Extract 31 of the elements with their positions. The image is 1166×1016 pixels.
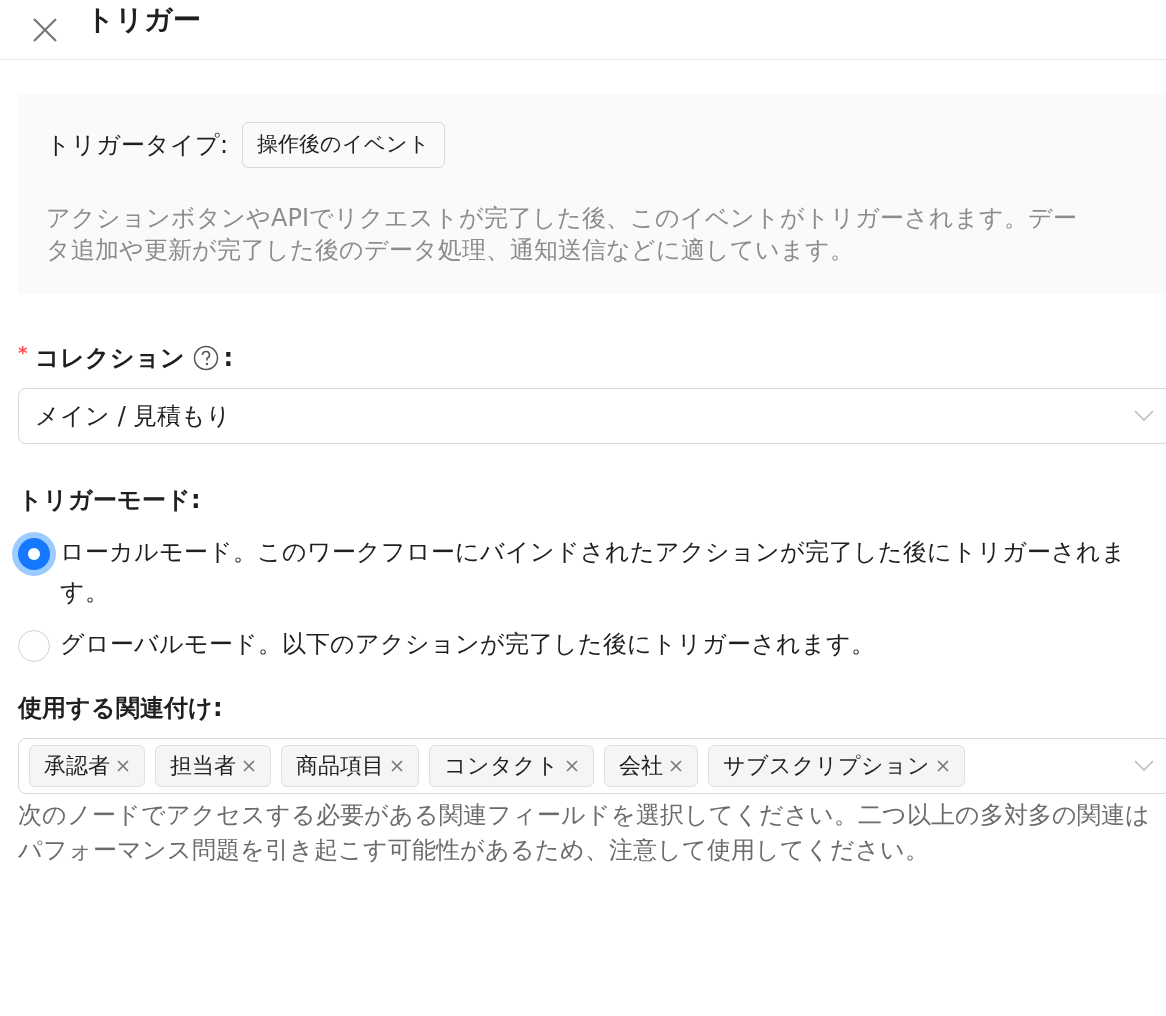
collection-colon: : bbox=[223, 342, 234, 374]
remove-icon[interactable] bbox=[242, 758, 256, 773]
association-tag: 担当者 bbox=[155, 744, 271, 787]
radio-label[interactable]: ローカルモード。このワークフローにバインドされたアクションが完了した後にトリガーされます。 bbox=[60, 531, 1166, 612]
remove-icon[interactable] bbox=[390, 758, 404, 773]
trigger-type-tag: 操作後のイベント bbox=[242, 122, 446, 168]
required-mark: * bbox=[18, 341, 28, 365]
association-tag: サブスクリプション bbox=[708, 744, 965, 787]
association-tag: 会社 bbox=[604, 744, 698, 787]
remove-icon[interactable] bbox=[936, 758, 950, 773]
close-icon[interactable] bbox=[32, 16, 58, 43]
collection-select[interactable]: メイン / 見積もり bbox=[18, 387, 1166, 444]
associations-select[interactable]: 承認者 担当者 商品項目 コンタクト 会社 サブスクリプション bbox=[18, 737, 1166, 794]
collection-label: コレクション bbox=[35, 342, 186, 374]
remove-icon[interactable] bbox=[565, 758, 579, 773]
association-tag: 商品項目 bbox=[281, 744, 419, 787]
trigger-mode-label: トリガーモード: bbox=[18, 484, 202, 516]
trigger-type-label: トリガータイプ: bbox=[46, 129, 229, 161]
trigger-description: アクションボタンやAPIでリクエストが完了した後、このイベントがトリガーされます。データ追加や更新が完了した後のデータ処理、通知送信などに適しています。 bbox=[46, 202, 1078, 266]
remove-icon[interactable] bbox=[116, 758, 130, 773]
panel-title: トリガー bbox=[86, 1, 201, 38]
chevron-down-icon bbox=[1133, 758, 1155, 773]
associations-label: 使用する関連付け: bbox=[18, 692, 224, 724]
associations-help: 次のノードでアクセスする必要がある関連フィールドを選択してください。二つ以上の多対多の関連はパフォーマンス問題を引き起こす可能性があるため、注意して使用してください。 bbox=[18, 799, 1151, 866]
association-tag: コンタクト bbox=[429, 744, 594, 787]
radio-button[interactable] bbox=[18, 629, 50, 662]
association-tag: 承認者 bbox=[29, 744, 145, 787]
chevron-down-icon bbox=[1133, 408, 1155, 423]
help-icon[interactable] bbox=[193, 344, 220, 371]
remove-icon[interactable] bbox=[669, 758, 683, 773]
radio-label[interactable]: グローバルモード。以下のアクションが完了した後にトリガーされます。 bbox=[60, 623, 885, 664]
